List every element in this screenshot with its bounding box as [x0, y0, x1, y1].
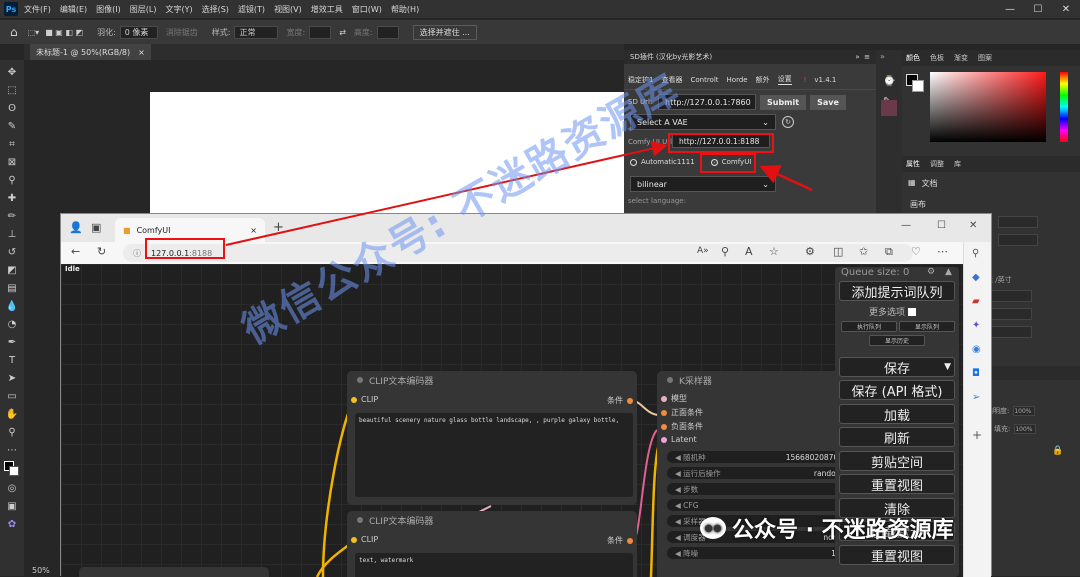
annotation-arrows [225, 140, 813, 246]
wechat-logo-icon: ●● [700, 517, 726, 539]
wechat-watermark: ●● 公众号 · 不迷路资源库 [700, 512, 954, 544]
arrow-to-radio [759, 165, 813, 192]
wechat-watermark-text: 公众号 · 不迷路资源库 [732, 518, 954, 543]
